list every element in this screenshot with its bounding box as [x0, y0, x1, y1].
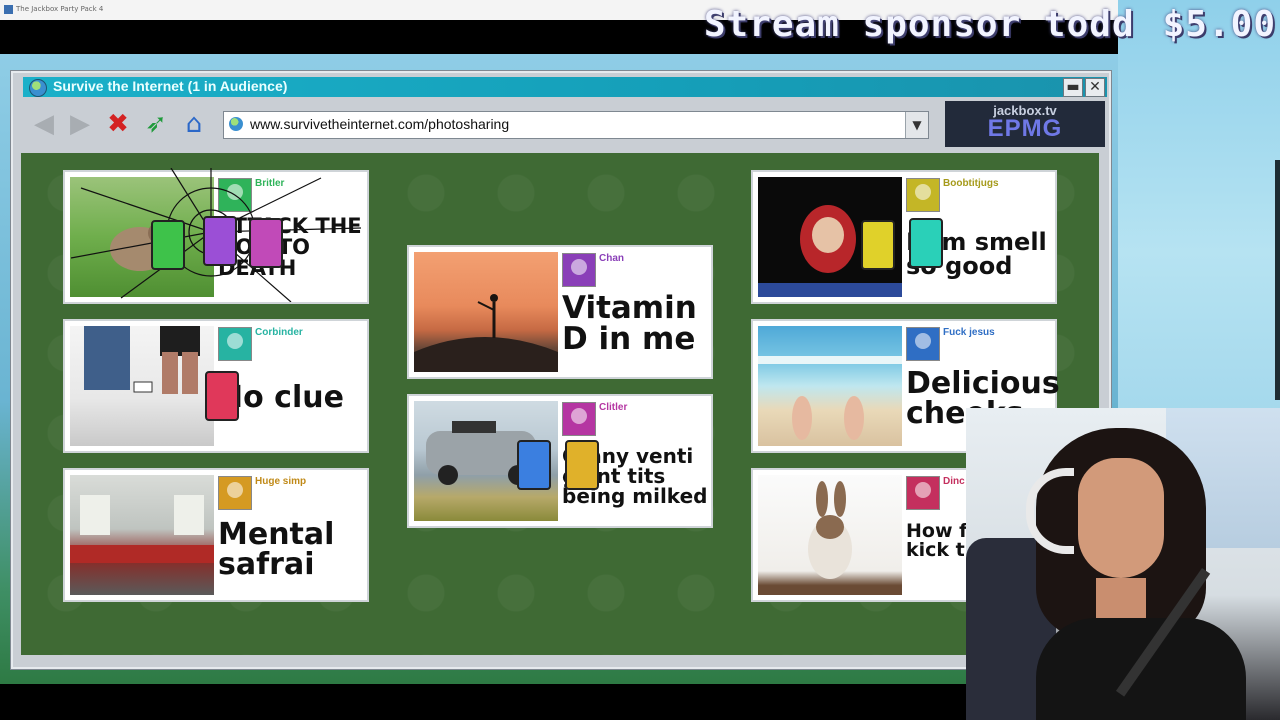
user-avatar — [906, 476, 940, 510]
user-avatar — [562, 253, 596, 287]
sponsor-banner: Stream sponsor todd $5.00 — [704, 4, 1276, 46]
minimize-button[interactable]: ▬ — [1063, 78, 1083, 97]
photo-feed: Britler ATTACK THE DOG TO DEATH — [21, 153, 1099, 655]
bottom-strip — [0, 684, 970, 720]
thumbs-down-icon — [249, 218, 283, 268]
post-username: Fuck jesus — [943, 327, 995, 338]
jackbox-logo: jackbox.tv EPMG — [945, 101, 1105, 147]
user-avatar — [906, 327, 940, 361]
post-username: Corbinder — [255, 327, 303, 338]
right-edge — [1275, 160, 1280, 400]
post-photo — [70, 475, 214, 595]
site-globe-icon — [229, 117, 243, 131]
streamer-face — [1078, 458, 1164, 578]
window-titlebar: Survive the Internet (1 in Audience) ▬ ✕ — [23, 77, 1107, 97]
post-caption: Vitamin D in me — [562, 290, 697, 357]
post-photo — [758, 326, 902, 446]
thumbs-down-icon — [151, 220, 185, 270]
thumbs-down-icon — [565, 440, 599, 490]
post-card[interactable]: Corbinder No clue — [63, 319, 369, 453]
post-photo — [70, 326, 214, 446]
post-username: Dinc — [943, 476, 965, 487]
home-icon[interactable]: ⌂ — [179, 109, 209, 139]
thumbs-down-icon — [909, 218, 943, 268]
webcam-overlay — [966, 408, 1280, 720]
forward-arrow-icon[interactable]: ▶ — [65, 109, 95, 139]
post-caption: No clue — [218, 380, 344, 415]
post-photo — [758, 475, 902, 595]
stop-icon[interactable]: ✖ — [103, 109, 133, 139]
window-title: Survive the Internet (1 in Audience) — [53, 78, 288, 94]
post-card[interactable]: Britler ATTACK THE DOG TO DEATH — [63, 168, 369, 304]
post-card[interactable]: Clitler Grany venti giant tits being mil… — [407, 394, 713, 528]
user-avatar — [906, 178, 940, 212]
app-icon — [4, 5, 13, 14]
post-card[interactable]: Chan Vitamin D in me — [407, 245, 713, 379]
user-avatar — [218, 476, 252, 510]
post-card[interactable]: Huge simp Mental safrai — [63, 468, 369, 602]
post-username: Boobtitjugs — [943, 178, 999, 189]
url-dropdown-button[interactable]: ▼ — [905, 112, 928, 138]
post-username: Clitler — [599, 402, 628, 413]
thumbs-down-icon — [517, 440, 551, 490]
post-username: Huge simp — [255, 476, 307, 487]
thumbs-down-icon — [861, 220, 895, 270]
sponsor-amount: $5.00 — [1162, 4, 1276, 45]
back-arrow-icon[interactable]: ◀ — [29, 109, 59, 139]
browser-window: Survive the Internet (1 in Audience) ▬ ✕… — [10, 70, 1112, 670]
host-window-title: The Jackbox Party Pack 4 — [16, 5, 104, 13]
room-code: EPMG — [987, 115, 1063, 142]
thumbs-down-icon — [205, 371, 239, 421]
post-card[interactable]: Boobtitjugs Bum smell so good — [751, 170, 1057, 304]
close-button[interactable]: ✕ — [1085, 78, 1105, 97]
address-bar[interactable]: www.survivetheinternet.com/photosharing … — [223, 111, 929, 139]
url-text: www.survivetheinternet.com/photosharing — [250, 116, 510, 132]
browser-toolbar: ◀ ▶ ✖ ➶ ⌂ www.survivetheinternet.com/pho… — [23, 101, 1107, 147]
globe-icon — [29, 79, 47, 97]
post-caption: Mental safrai — [218, 517, 335, 582]
refresh-icon[interactable]: ➶ — [141, 109, 171, 139]
post-username: Chan — [599, 253, 624, 264]
user-avatar — [562, 402, 596, 436]
post-photo — [414, 252, 558, 372]
sponsor-text: Stream sponsor todd — [703, 4, 1135, 45]
right-background — [1118, 0, 1280, 420]
thumbs-down-icon — [203, 216, 237, 266]
user-avatar — [218, 327, 252, 361]
